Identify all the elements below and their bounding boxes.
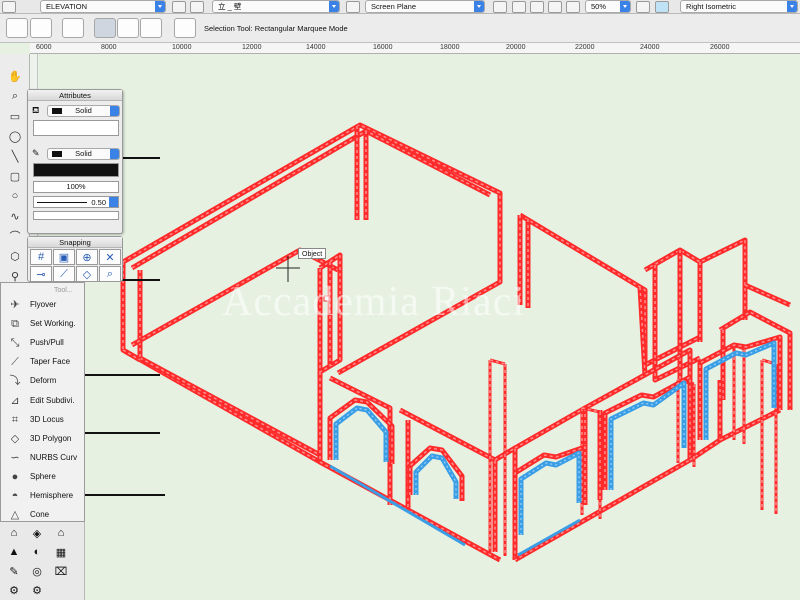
pen-icon: ✎ <box>32 148 40 158</box>
dimension-icon[interactable]: ✎ <box>5 563 23 579</box>
line-icon[interactable]: ╲ <box>7 148 23 164</box>
freehand-icon[interactable]: ∿ <box>7 208 23 224</box>
attributes-palette: Attributes ⛾ Solid ✎ Solid 100% 0.50 <box>27 89 123 234</box>
flyover-icon: ✈ <box>10 299 20 311</box>
tool-label: Push/Pull <box>30 338 64 348</box>
line-weight-value: 0.50 <box>91 198 106 207</box>
snap-loci-icon[interactable]: ⌕ <box>99 266 121 282</box>
tool-label: Edit Subdivi. <box>30 395 75 405</box>
opacity-field[interactable]: 100% <box>33 181 119 193</box>
polyline-icon[interactable]: ⌒ <box>7 228 23 244</box>
nurbs-curve-icon: ∽ <box>10 451 20 464</box>
fill-style-select[interactable]: Solid <box>47 105 120 117</box>
opacity-value: 100% <box>66 182 86 191</box>
tool-label: Taper Face <box>30 357 71 367</box>
snap-grid-icon[interactable]: # <box>30 249 52 265</box>
gear-icon[interactable]: ⚙ <box>28 582 46 598</box>
zoom-icon[interactable]: ⌕ <box>7 88 23 104</box>
tool-label: Deform <box>30 376 57 386</box>
marker-row[interactable] <box>33 211 119 220</box>
tool-push-pull[interactable]: ⤡ Push/Pull <box>1 334 85 353</box>
tool-label: Set Working. <box>30 319 76 329</box>
circle-icon[interactable]: ○ <box>7 188 23 204</box>
hemisphere-icon: ◓ <box>11 490 19 502</box>
object-tooltip: Object <box>298 248 327 259</box>
fill-style-label: Solid <box>75 106 92 115</box>
snap-angle-icon[interactable]: ⊕ <box>76 249 98 265</box>
attributes-title: Attributes <box>28 90 122 101</box>
tool-set-working-plane[interactable]: ⧉ Set Working. <box>1 315 85 334</box>
3d-modeling-tool-list: Tool... ✈ Flyover ⧉ Set Working. ⤡ Push/Pull ⟋… <box>0 282 85 522</box>
tool-label: Sphere <box>30 471 56 481</box>
pen-row: ✎ Solid <box>31 148 120 160</box>
tool-3d-locus[interactable]: ⌗ 3D Locus <box>1 411 85 430</box>
tool-flyover[interactable]: ✈ Flyover <box>1 296 85 315</box>
tool-label: 3D Polygon <box>30 433 72 443</box>
detailing-icon[interactable]: ⌧ <box>52 563 70 579</box>
line-weight-sample <box>37 202 87 203</box>
tool-nurbs-curve[interactable]: ∽ NURBS Curv <box>1 449 85 468</box>
taper-face-icon: ⟋ <box>11 356 19 369</box>
3d-locus-icon: ⌗ <box>11 413 19 426</box>
set-working-plane-icon: ⧉ <box>11 318 19 331</box>
fill-bucket-icon: ⛾ <box>32 105 40 115</box>
tool-hemisphere[interactable]: ◓ Hemisphere <box>1 487 85 506</box>
cone-icon: △ <box>10 509 20 522</box>
tool-edit-subdivision[interactable]: ⊿ Edit Subdivi. <box>1 392 85 411</box>
tool-label: Flyover <box>30 300 57 309</box>
visualization-icon[interactable]: ◎ <box>28 563 46 579</box>
pan-hand-icon[interactable]: ✋ <box>7 68 23 84</box>
site-planning-icon[interactable]: ◈ <box>28 525 46 541</box>
tool-sets-grid: ⌂ ◈ ⌂ ▲ ◐ ▦ ✎ ◎ ⌧ ⚙ ⚙ <box>0 522 85 600</box>
snapping-title: Snapping <box>28 237 122 248</box>
tool-taper-face[interactable]: ⟋ Taper Face <box>1 353 85 372</box>
tool-set-title: Tool... <box>54 287 73 294</box>
snap-tangent-icon[interactable]: ⟋ <box>53 266 75 282</box>
tool-3d-polygon[interactable]: ◇ 3D Polygon <box>1 430 85 449</box>
snap-distance-icon[interactable]: ⊸ <box>30 266 52 282</box>
isometric-wireframe-model <box>120 122 793 563</box>
edit-subdivision-icon: ⊿ <box>10 394 20 407</box>
fill-preview <box>33 120 119 136</box>
rounded-rect-icon[interactable]: ▢ <box>7 168 23 184</box>
watermark: Accademia Riaci <box>222 279 526 325</box>
snap-surface-icon[interactable]: ◇ <box>76 266 98 282</box>
line-weight-field[interactable]: 0.50 <box>33 196 119 208</box>
oval-icon[interactable]: ◯ <box>7 128 23 144</box>
tool-label: NURBS Curv <box>30 452 78 462</box>
house-icon[interactable]: ⌂ <box>52 525 70 541</box>
furniture-icon[interactable]: ▦ <box>52 544 70 560</box>
tool-label: Cone <box>30 510 50 520</box>
tool-label: 3D Locus <box>30 414 64 424</box>
tool-deform[interactable]: ⤵ Deform <box>1 372 85 391</box>
machine-icon[interactable]: ⚙ <box>5 582 23 598</box>
snap-object-icon[interactable]: ▣ <box>53 249 75 265</box>
pen-style-select[interactable]: Solid <box>47 148 120 160</box>
tool-sphere[interactable]: ● Sphere <box>1 468 85 487</box>
polygon-icon[interactable]: ⬡ <box>7 248 23 264</box>
rectangle-icon[interactable]: ▭ <box>7 108 23 124</box>
tool-label: Hemisphere <box>30 491 74 500</box>
pen-preview <box>33 163 119 177</box>
line-weight-stepper[interactable] <box>109 197 118 207</box>
snap-intersection-icon[interactable]: ✕ <box>99 249 121 265</box>
3d-polygon-icon: ◇ <box>10 432 20 445</box>
3d-modeling-icon[interactable]: ▲ <box>5 544 23 560</box>
snapping-palette: Snapping # ▣ ⊕ ✕ ⊸ ⟋ ◇ ⌕ <box>27 236 123 282</box>
deform-icon: ⤵ <box>9 375 21 388</box>
push-pull-icon: ⤡ <box>10 337 20 350</box>
sphere-icon: ● <box>11 470 19 483</box>
building-shell-icon[interactable]: ⌂ <box>5 525 23 541</box>
pen-style-label: Solid <box>75 149 92 158</box>
lighting-icon[interactable]: ◐ <box>28 544 46 560</box>
fill-row: ⛾ Solid <box>31 105 120 117</box>
